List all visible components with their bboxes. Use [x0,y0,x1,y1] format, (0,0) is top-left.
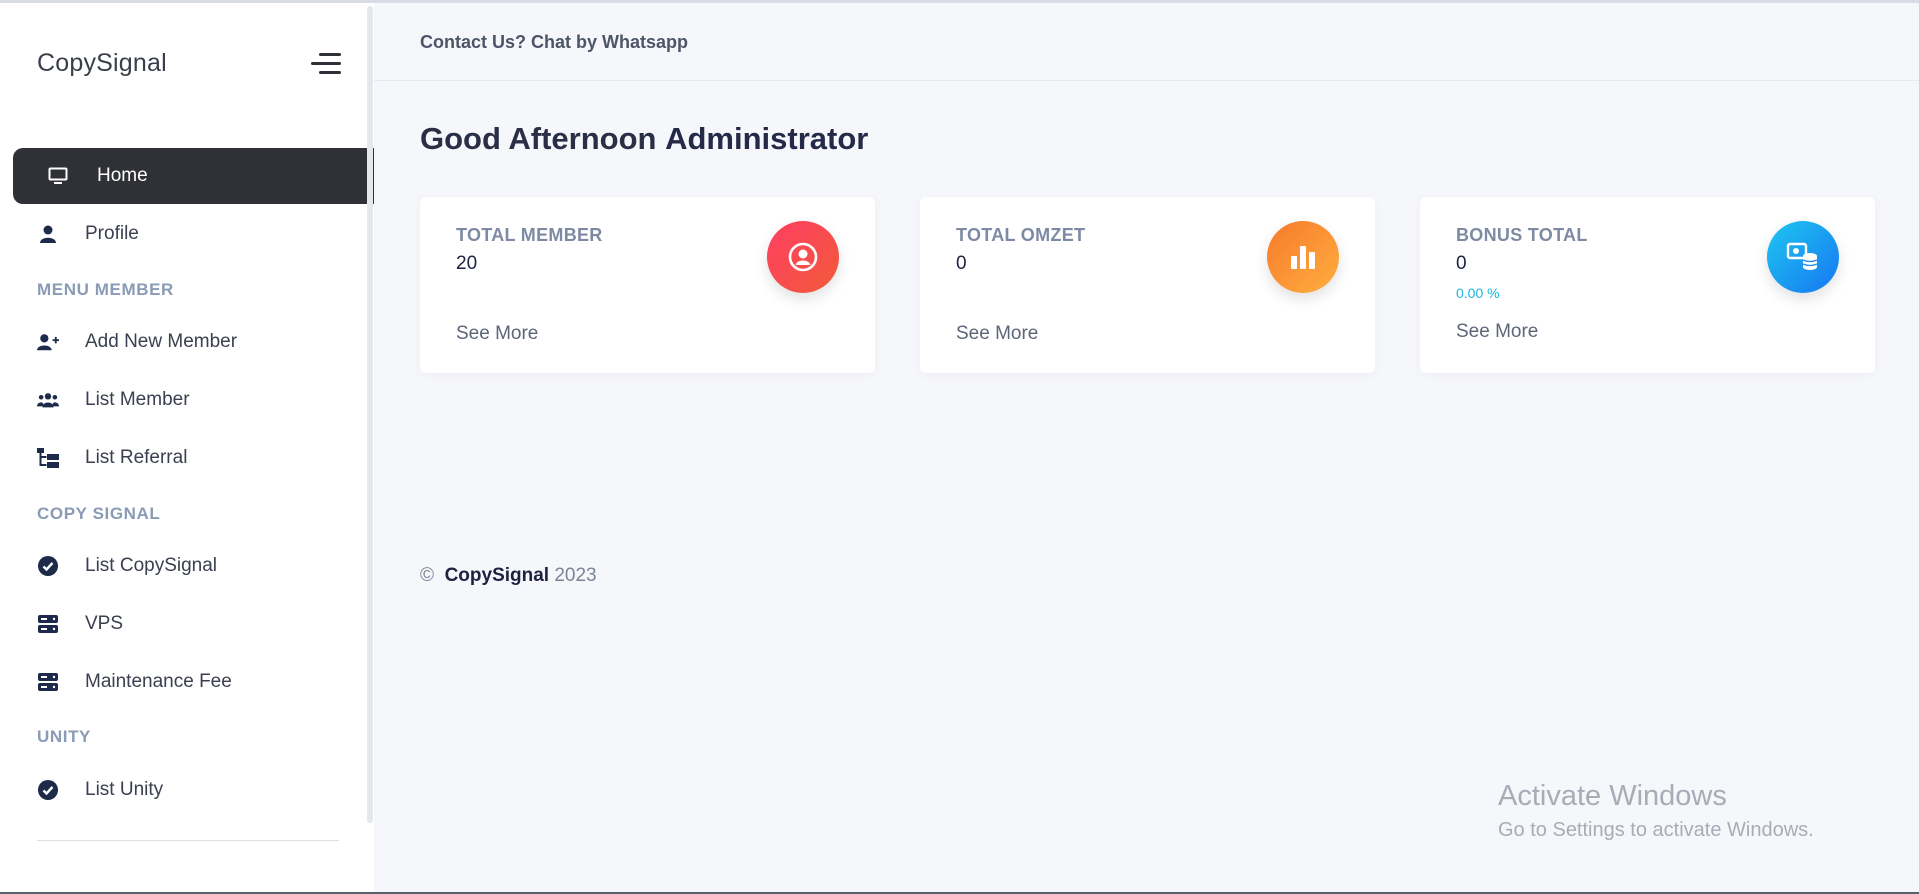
see-more-link[interactable]: See More [1456,321,1538,343]
card-title: TOTAL MEMBER [456,225,603,245]
sidebar-item-add-new-member[interactable]: Add New Member [13,314,374,370]
database-icon [1767,221,1839,293]
sidebar-scrollbar[interactable] [367,6,373,823]
see-more-link[interactable]: See More [456,323,538,345]
sidebar-item-list-member[interactable]: List Member [13,372,374,428]
check-circle-icon [37,555,59,577]
sidebar-divider [37,840,339,841]
brand-logo[interactable]: CopySignal [37,49,167,78]
sidebar: CopySignal Home Profile MENU MEMBER Add … [0,3,374,894]
footer-year: 2023 [554,565,597,586]
greeting-name: Administrator [665,121,869,156]
sidebar-item-list-unity[interactable]: List Unity [13,762,374,818]
user-circle-icon [767,221,839,293]
user-icon [37,223,59,245]
sidebar-item-profile[interactable]: Profile [13,206,374,262]
sidebar-item-label: VPS [85,613,124,634]
sitemap-icon [37,447,59,469]
server-icon [37,613,59,635]
sidebar-item-maintenance-fee[interactable]: Maintenance Fee [13,654,374,710]
contact-whatsapp-link[interactable]: Contact Us? Chat by Whatsapp [420,32,688,53]
sidebar-item-label: List CopySignal [85,555,218,576]
monitor-icon [47,165,69,187]
server-icon [37,671,59,693]
footer-brand[interactable]: CopySignal [445,565,550,586]
card-title: BONUS TOTAL [1456,225,1588,245]
card-title: TOTAL OMZET [956,225,1086,245]
copyright-symbol: © [420,565,434,586]
windows-watermark-subtitle: Go to Settings to activate Windows. [1498,819,1814,841]
section-label-copy-signal: COPY SIGNAL [37,504,161,523]
card-value: 20 [456,253,478,274]
windows-watermark-title: Activate Windows [1498,780,1727,812]
greeting-prefix: Good Afternoon [420,121,657,156]
card-value: 0 [1456,253,1467,274]
section-label-menu-member: MENU MEMBER [37,280,174,299]
menu-toggle-icon[interactable] [311,53,341,75]
stat-card-bonus-total: BONUS TOTAL 0 0.00 % See More [1420,197,1875,373]
topbar: Contact Us? Chat by Whatsapp [374,3,1919,81]
sidebar-item-list-referral[interactable]: List Referral [13,430,374,486]
sidebar-item-label: Maintenance Fee [85,671,232,692]
sidebar-item-label: Profile [85,223,139,244]
stat-card-total-member: TOTAL MEMBER 20 See More [420,197,875,373]
sidebar-item-label: List Unity [85,779,164,800]
check-circle-icon [37,779,59,801]
sidebar-item-home[interactable]: Home [13,148,374,204]
user-plus-icon [37,331,59,353]
section-label-unity: UNITY [37,727,91,746]
sidebar-item-label: Home [97,165,148,186]
bar-chart-icon [1267,221,1339,293]
sidebar-item-label: Add New Member [85,331,238,352]
page-greeting: Good Afternoon Administrator [420,121,868,157]
sidebar-item-label: List Member [85,389,190,410]
see-more-link[interactable]: See More [956,323,1038,345]
users-icon [37,389,59,411]
stat-card-total-omzet: TOTAL OMZET 0 See More [920,197,1375,373]
card-percent: 0.00 % [1456,285,1500,301]
sidebar-item-list-copysignal[interactable]: List CopySignal [13,538,374,594]
card-value: 0 [956,253,967,274]
sidebar-item-vps[interactable]: VPS [13,596,374,652]
sidebar-item-label: List Referral [85,447,188,468]
footer: © CopySignal 2023 [420,565,597,587]
